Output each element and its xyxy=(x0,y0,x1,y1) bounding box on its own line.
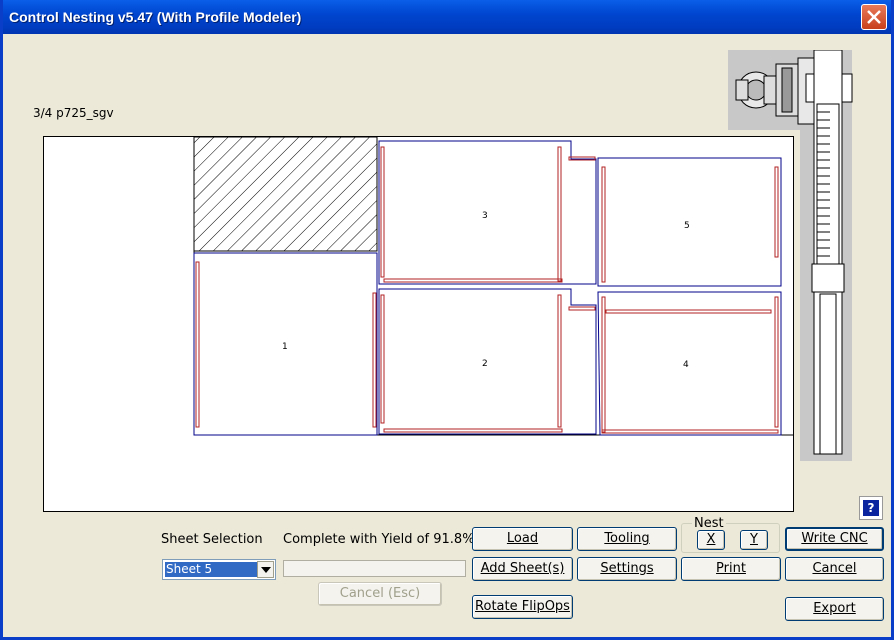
sheet-selection-value: Sheet 5 xyxy=(165,562,257,577)
cancel-label: Cancel xyxy=(812,561,857,576)
print-label: Print xyxy=(716,561,746,576)
cancel-button[interactable]: Cancel xyxy=(785,557,884,581)
add-sheets-button[interactable]: Add Sheet(s) xyxy=(472,557,573,581)
chevron-down-icon xyxy=(261,567,271,573)
title-bar[interactable]: Control Nesting v5.47 (With Profile Mode… xyxy=(3,0,891,34)
close-button[interactable] xyxy=(861,4,887,30)
export-label: Export xyxy=(813,601,856,616)
rotate-flipops-button[interactable]: Rotate FlipOps xyxy=(472,595,573,619)
load-button[interactable]: Load xyxy=(472,527,573,551)
part-label-4: 4 xyxy=(683,360,689,370)
part-label-1: 1 xyxy=(282,342,288,352)
nest-label: Nest xyxy=(692,516,726,531)
nest-x-label: X xyxy=(706,532,716,547)
help-icon: ? xyxy=(863,500,879,516)
sheet-name-label: 3/4 p725_sgv xyxy=(33,106,114,120)
print-button[interactable]: Print xyxy=(681,557,781,581)
tooling-label: Tooling xyxy=(604,531,650,546)
progress-bar xyxy=(283,560,466,577)
write-cnc-button[interactable]: Write CNC xyxy=(785,527,884,551)
part-label-3: 3 xyxy=(482,211,488,221)
settings-label: Settings xyxy=(600,561,654,576)
status-text: Complete with Yield of 91.8% xyxy=(283,532,475,547)
tooling-button[interactable]: Tooling xyxy=(577,527,677,551)
dropdown-arrow-button[interactable] xyxy=(257,561,274,578)
rotate-flipops-label: Rotate FlipOps xyxy=(475,599,570,614)
close-icon xyxy=(867,10,881,24)
part-label-2: 2 xyxy=(482,359,488,369)
help-button[interactable]: ? xyxy=(859,496,883,520)
sheet-selection-dropdown[interactable]: Sheet 5 xyxy=(162,559,276,580)
nesting-canvas[interactable]: 1 2 3 4 5 xyxy=(43,136,794,512)
add-sheets-label: Add Sheet(s) xyxy=(480,561,565,576)
scrap-area xyxy=(193,137,378,252)
write-cnc-label: Write CNC xyxy=(801,531,868,546)
window-title: Control Nesting v5.47 (With Profile Mode… xyxy=(9,9,302,25)
load-label: Load xyxy=(506,531,539,546)
nesting-layout: 1 2 3 4 5 xyxy=(193,137,794,436)
sheet-selection-label: Sheet Selection xyxy=(161,532,263,547)
part-label-5: 5 xyxy=(684,221,690,231)
nest-y-button[interactable]: Y xyxy=(740,530,768,550)
settings-button[interactable]: Settings xyxy=(577,557,677,581)
cancel-esc-button[interactable]: Cancel (Esc) xyxy=(318,582,442,606)
nest-x-button[interactable]: X xyxy=(697,530,725,550)
nest-y-label: Y xyxy=(750,532,758,547)
export-button[interactable]: Export xyxy=(785,597,884,621)
